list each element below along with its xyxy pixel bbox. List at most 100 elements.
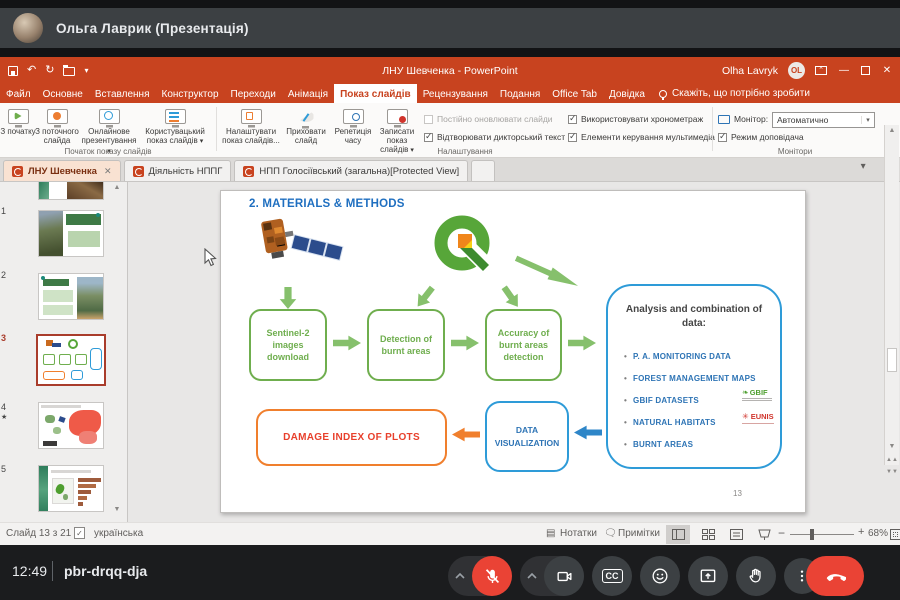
clock: 12:49 <box>12 563 47 579</box>
fit-slide-to-window-icon[interactable] <box>890 529 900 540</box>
doc-tab-active[interactable]: ЛНУ Шевченка ✕ <box>3 160 121 181</box>
sentinel-satellite-image[interactable] <box>251 215 347 285</box>
monitor-dropdown[interactable]: Автоматично ▾ <box>772 112 875 128</box>
tell-me-box[interactable]: Скажіть, що потрібно зробити <box>651 84 818 103</box>
next-slide-button[interactable]: ▼▼ <box>885 469 899 475</box>
present-screen-button[interactable] <box>688 556 728 596</box>
mic-options-chevron[interactable] <box>448 556 472 596</box>
arrow-right-icon <box>568 335 596 351</box>
group-separator <box>712 107 713 151</box>
slide-thumbnail-15[interactable] <box>38 465 104 512</box>
previous-slide-button[interactable]: ▲▲ <box>885 457 899 463</box>
arrow-down-left-icon <box>411 283 438 312</box>
zoom-in-button[interactable]: + <box>858 526 864 538</box>
damage-index-box[interactable]: DAMAGE INDEX OF PLOTS <box>256 409 447 466</box>
checkbox-media-controls[interactable]: Елементи керування мультимедіа <box>568 132 715 142</box>
slide-thumbnail-13-selected[interactable] <box>36 334 106 386</box>
ribbon-display-options-icon[interactable]: ⌃ <box>815 66 827 75</box>
slide-canvas[interactable]: 2. MATERIALS & METHODS <box>220 190 806 513</box>
captions-button[interactable]: CC <box>592 556 632 596</box>
tab-slideshow[interactable]: Показ слайдів <box>334 84 417 103</box>
restore-button[interactable] <box>861 66 870 75</box>
mic-off-button[interactable] <box>472 556 512 596</box>
reactions-button[interactable] <box>640 556 680 596</box>
checkbox-use-timings[interactable]: Використовувати хронометраж <box>568 114 703 124</box>
flow-box-accuracy[interactable]: Accuracy of burnt areas detection <box>485 309 562 381</box>
tab-officetab[interactable]: Office Tab <box>546 84 603 103</box>
setup-slideshow-button[interactable]: Налаштувати показ слайдів... <box>222 109 280 145</box>
checkbox-keep-slides-updated[interactable]: Постійно оновлювати слайди <box>424 114 553 124</box>
new-tab-button[interactable] <box>471 160 495 181</box>
slide-thumbnail-14[interactable] <box>38 402 104 449</box>
camera-options-chevron[interactable] <box>520 556 544 596</box>
slideshow-view-button[interactable] <box>752 525 776 544</box>
rehearse-timings-button[interactable]: Репетиція часу <box>332 109 374 145</box>
custom-slideshow-icon <box>165 109 186 124</box>
tab-animations[interactable]: Анімація <box>282 84 334 103</box>
undo-icon[interactable]: ↶ <box>27 65 36 76</box>
qgis-logo[interactable] <box>431 213 501 285</box>
rehearse-timings-icon <box>343 109 364 124</box>
thumbnail-scroll-up-icon[interactable]: ▲ <box>109 184 125 191</box>
tab-help[interactable]: Довідка <box>603 84 651 103</box>
checkbox-presenter-view[interactable]: Режим доповідача <box>718 132 804 142</box>
account-avatar[interactable]: OL <box>788 62 805 79</box>
flow-box-sentinel[interactable]: Sentinel-2 images download <box>249 309 327 381</box>
tab-file[interactable]: Файл <box>0 84 37 103</box>
comments-button[interactable]: Примітки <box>618 528 660 539</box>
scroll-up-icon[interactable]: ▲ <box>885 127 899 134</box>
from-beginning-button[interactable]: З початку <box>0 109 36 136</box>
reading-view-button[interactable] <box>724 525 748 544</box>
from-current-slide-button[interactable]: З поточного слайда <box>32 109 82 145</box>
scroll-down-icon[interactable]: ▼ <box>885 443 899 450</box>
data-visualization-box[interactable]: DATA VISUALIZATION <box>485 401 569 472</box>
scrollbar-thumb[interactable] <box>887 348 897 372</box>
raise-hand-button[interactable] <box>736 556 776 596</box>
hide-slide-button[interactable]: Приховати слайд <box>282 109 330 145</box>
zoom-slider-thumb[interactable] <box>810 529 814 540</box>
doc-tab-2[interactable]: Діяльність НППГ <box>124 160 232 181</box>
slide-thumbnail-partial[interactable] <box>38 182 104 200</box>
checkbox-play-narrations[interactable]: Відтворювати дикторський текст <box>424 132 565 142</box>
ppt-file-icon <box>133 166 144 177</box>
analysis-title: Analysis and combination of data: <box>618 303 770 331</box>
language-indicator[interactable]: українська <box>94 528 143 539</box>
redo-icon[interactable]: ↻ <box>45 65 54 76</box>
tab-home[interactable]: Основне <box>37 84 89 103</box>
zoom-slider-track[interactable] <box>790 534 854 535</box>
zoom-out-button[interactable]: − <box>778 526 785 540</box>
tab-view[interactable]: Подання <box>494 84 546 103</box>
tab-review[interactable]: Рецензування <box>417 84 494 103</box>
save-icon[interactable] <box>8 66 18 76</box>
slide-title[interactable]: 2. MATERIALS & METHODS <box>249 198 405 210</box>
present-screen-icon <box>698 566 718 586</box>
tab-design[interactable]: Конструктор <box>156 84 225 103</box>
slide-thumbnail-12[interactable] <box>38 273 104 320</box>
tab-insert[interactable]: Вставлення <box>89 84 156 103</box>
tab-close-icon[interactable]: ✕ <box>104 166 112 177</box>
normal-view-button[interactable] <box>666 525 690 544</box>
camera-button[interactable] <box>544 556 584 596</box>
flow-box-detection[interactable]: Detection of burnt areas <box>367 309 445 381</box>
hide-slide-icon <box>296 109 317 124</box>
close-button[interactable]: ✕ <box>880 65 894 76</box>
doc-tab-3[interactable]: НПП Голосіївський (загальна)[Protected V… <box>234 160 468 181</box>
analysis-box[interactable]: Analysis and combination of data: P. A. … <box>606 284 782 469</box>
account-name[interactable]: Olha Lavryk <box>722 65 778 77</box>
slide-sorter-view-button[interactable] <box>696 525 720 544</box>
thumbnail-scroll-down-icon[interactable]: ▼ <box>109 506 125 513</box>
custom-slideshow-button[interactable]: Користувацький показ слайдів <box>138 109 212 146</box>
animation-star-icon: ★ <box>1 413 11 421</box>
tab-list-dropdown-icon[interactable]: ▾ <box>861 161 866 172</box>
zoom-percentage[interactable]: 68% <box>868 528 888 539</box>
tab-transitions[interactable]: Переходи <box>225 84 282 103</box>
notes-button[interactable]: Нотатки <box>560 528 597 539</box>
spellcheck-icon[interactable]: ✓ <box>74 527 85 539</box>
hang-up-button[interactable] <box>806 556 864 596</box>
slide-thumbnail-11[interactable] <box>38 210 104 257</box>
open-icon[interactable] <box>63 67 75 76</box>
presenter-name: Ольга Лаврик (Презентація) <box>56 21 249 36</box>
customize-qat-icon[interactable]: ▾ <box>84 67 88 75</box>
minimize-button[interactable]: — <box>837 65 851 76</box>
vertical-scrollbar[interactable]: ▲ ▼ ▲▲ ▼▼ <box>884 125 899 465</box>
